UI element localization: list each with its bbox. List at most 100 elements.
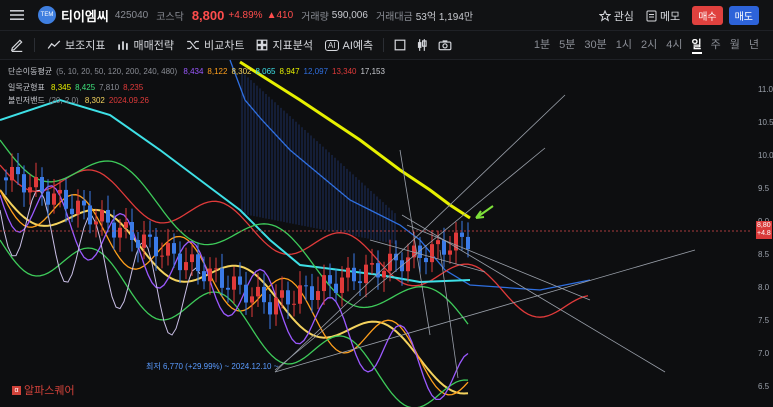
volume-value: 590,006 bbox=[331, 9, 368, 21]
ma-value-6: 13,340 bbox=[332, 67, 357, 76]
memo-label: 메모 bbox=[659, 10, 681, 23]
compare-label: 비교차트 bbox=[203, 40, 245, 52]
candle-body bbox=[244, 284, 248, 303]
candle-body bbox=[208, 268, 212, 282]
ichimoku-value-2: 7,810 bbox=[99, 83, 120, 92]
candle-body bbox=[430, 244, 434, 263]
ichimoku-legend[interactable]: 일목균형표 8,345 8,425 7,810 8,235 bbox=[8, 82, 147, 93]
company-logo: TEM bbox=[38, 6, 56, 24]
period-tab-6[interactable]: 일 bbox=[691, 36, 702, 54]
period-tab-5[interactable]: 4시 bbox=[666, 36, 682, 54]
candle-body bbox=[382, 270, 386, 278]
buy-button[interactable]: 매수 bbox=[692, 6, 723, 25]
period-tab-4[interactable]: 2시 bbox=[641, 36, 657, 54]
trendline[interactable] bbox=[406, 224, 591, 301]
trendline[interactable] bbox=[274, 249, 696, 373]
ma-legend[interactable]: 단순이동평균 (5, 10, 20, 50, 120, 200, 240, 480… bbox=[8, 66, 389, 77]
period-tab-7[interactable]: 주 bbox=[711, 36, 721, 54]
volume-label: 거래량 bbox=[301, 11, 329, 23]
candle-body bbox=[178, 253, 182, 271]
current-pct-badge-value: +4.8 bbox=[757, 230, 771, 237]
candle-body bbox=[226, 287, 230, 290]
aux-indicator-button[interactable]: 보조지표 bbox=[47, 37, 105, 53]
axis-tick-5: 8.5 bbox=[758, 250, 770, 259]
period-tab-1[interactable]: 5분 bbox=[559, 36, 575, 54]
period-tab-2[interactable]: 30분 bbox=[584, 36, 606, 54]
arrow-annotation bbox=[475, 205, 494, 219]
ai-predict-button[interactable]: AI AI예측 bbox=[324, 37, 373, 53]
candle-body bbox=[28, 187, 32, 193]
current-price-badge-value: 8,80 bbox=[757, 222, 771, 229]
candle-body bbox=[88, 205, 92, 225]
period-selector: 1분 5분 30분 1시 2시 4시 일 주 월 년 bbox=[534, 36, 759, 54]
candlestick-icon[interactable] bbox=[416, 38, 428, 52]
pencil-icon[interactable] bbox=[10, 38, 24, 52]
ai-icon: AI bbox=[324, 39, 339, 51]
candle-body bbox=[352, 267, 356, 282]
period-tab-9[interactable]: 년 bbox=[749, 36, 759, 54]
candle-body bbox=[142, 234, 146, 248]
candle-body bbox=[136, 239, 140, 248]
candle-body bbox=[298, 285, 302, 304]
ichimoku-value-1: 8,425 bbox=[75, 83, 96, 92]
candle-body bbox=[166, 243, 170, 256]
sell-button[interactable]: 매도 bbox=[728, 6, 759, 25]
candle-body bbox=[466, 236, 470, 250]
candle-body bbox=[94, 221, 98, 225]
analysis-label: 지표분석 bbox=[272, 40, 313, 52]
ma-value-4: 8,947 bbox=[279, 67, 300, 76]
candle-body bbox=[442, 240, 446, 255]
trend-icon bbox=[47, 40, 61, 49]
candle-body bbox=[124, 222, 128, 228]
axis-tick-2: 10.0 bbox=[758, 151, 773, 160]
trendline[interactable] bbox=[401, 214, 666, 373]
compare-button[interactable]: 비교차트 bbox=[186, 37, 244, 53]
current-price: 8,800 bbox=[191, 7, 225, 23]
axis-tick-8: 7.0 bbox=[758, 349, 770, 358]
candle-body bbox=[34, 177, 38, 188]
candle-body bbox=[424, 257, 428, 263]
bollinger-legend[interactable]: 볼린저밴드 (20, 2.0) 8,302 2024.09.26 bbox=[8, 95, 153, 106]
candle-body bbox=[436, 240, 440, 245]
analysis-button[interactable]: 지표분석 bbox=[256, 37, 313, 53]
axis-tick-6: 8.0 bbox=[758, 283, 770, 292]
watch-button[interactable]: 관심 bbox=[598, 8, 634, 24]
menu-icon[interactable] bbox=[10, 9, 24, 21]
period-tab-8[interactable]: 월 bbox=[730, 36, 740, 54]
candle-body bbox=[460, 232, 464, 237]
candle-body bbox=[262, 286, 266, 303]
candle-body bbox=[82, 200, 86, 206]
candle-body bbox=[46, 191, 50, 205]
toolbar-divider bbox=[34, 38, 35, 52]
candle-body bbox=[238, 276, 242, 285]
market-label: 코스닥 bbox=[156, 11, 184, 23]
candle-body bbox=[76, 200, 80, 215]
ma-value-7: 17,153 bbox=[360, 67, 385, 76]
square-icon[interactable] bbox=[394, 39, 406, 51]
strategy-button[interactable]: 매매전략 bbox=[117, 37, 174, 53]
candle-body bbox=[16, 166, 20, 175]
memo-button[interactable]: 메모 bbox=[646, 8, 680, 24]
price-chart[interactable] bbox=[0, 58, 773, 407]
candle-body bbox=[106, 209, 110, 223]
camera-icon[interactable] bbox=[438, 39, 452, 51]
watermark: α 알파스퀘어 bbox=[12, 382, 75, 398]
drawing-tools-icon bbox=[257, 39, 268, 51]
current-price-badge: 8,80 +4.8 bbox=[756, 221, 772, 239]
candle-body bbox=[148, 234, 152, 237]
period-tab-0[interactable]: 1분 bbox=[534, 36, 550, 54]
candle-body bbox=[322, 275, 326, 292]
period-tab-3[interactable]: 1시 bbox=[616, 36, 632, 54]
candle-body bbox=[202, 271, 206, 282]
candle-body bbox=[100, 209, 104, 222]
bollinger-params: (20, 2.0) bbox=[48, 96, 79, 105]
trendline[interactable] bbox=[274, 94, 566, 373]
trade-value: 53억 1,194만 bbox=[415, 11, 474, 23]
stock-name[interactable]: 티이엠씨 bbox=[61, 6, 109, 25]
bollinger-value-1: 2024.09.26 bbox=[108, 96, 149, 105]
candle-body bbox=[280, 290, 284, 298]
candle-body bbox=[184, 262, 188, 271]
trendline[interactable] bbox=[399, 149, 431, 336]
candle-body bbox=[346, 267, 350, 278]
candle-body bbox=[250, 296, 254, 303]
